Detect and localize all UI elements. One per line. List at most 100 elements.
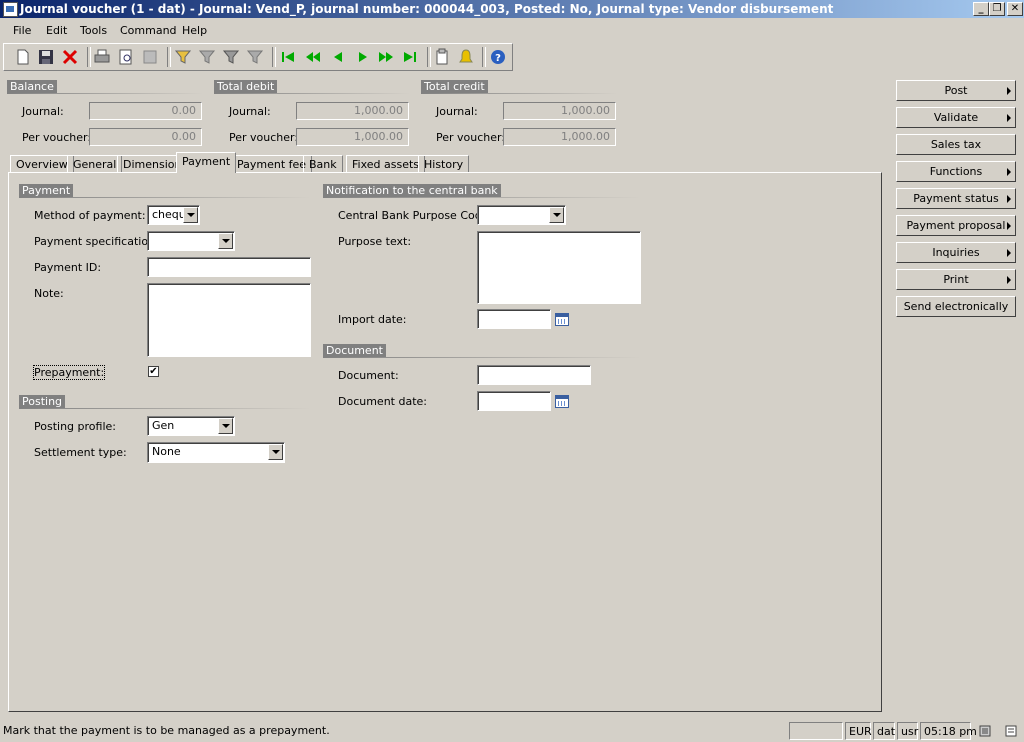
chevron-down-icon[interactable] bbox=[183, 207, 198, 223]
status-time: 05:18 pm bbox=[920, 722, 977, 740]
tab-bank[interactable]: Bank bbox=[303, 155, 343, 172]
credit-voucher-field: 1,000.00 bbox=[503, 128, 616, 146]
submenu-arrow-icon bbox=[1007, 222, 1011, 230]
chevron-down-icon[interactable] bbox=[549, 207, 564, 223]
balance-voucher-label: Per voucher: bbox=[22, 131, 92, 144]
balance-journal-label: Journal: bbox=[22, 105, 64, 118]
filter-by-selection-icon[interactable] bbox=[174, 48, 192, 66]
remove-filter-icon[interactable] bbox=[246, 48, 264, 66]
balance-header: Balance bbox=[7, 80, 57, 93]
credit-journal-field: 1,000.00 bbox=[503, 102, 616, 120]
document-label: Document: bbox=[338, 369, 399, 382]
minimize-button[interactable]: _ bbox=[973, 2, 989, 16]
close-button[interactable]: ✕ bbox=[1007, 2, 1023, 16]
document-field[interactable] bbox=[477, 365, 591, 385]
send-electronically-button[interactable]: Send electronically bbox=[896, 296, 1016, 317]
save-icon[interactable] bbox=[37, 48, 55, 66]
tab-fixed-assets[interactable]: Fixed assets bbox=[346, 155, 426, 172]
payment-proposal-button[interactable]: Payment proposal bbox=[896, 215, 1016, 236]
submenu-arrow-icon bbox=[1007, 114, 1011, 122]
prepayment-checkbox[interactable]: ✔ bbox=[148, 366, 159, 377]
payment-status-button-label: Payment status bbox=[913, 192, 999, 205]
functions-button-label: Functions bbox=[929, 165, 983, 178]
document-handling-icon[interactable] bbox=[433, 48, 451, 66]
menu-file[interactable]: File bbox=[13, 24, 31, 37]
sales-tax-button-label: Sales tax bbox=[930, 138, 982, 151]
tab-payment-fee[interactable]: Payment fee bbox=[231, 155, 313, 172]
validate-button-label: Validate bbox=[933, 111, 979, 124]
previous-page-icon[interactable] bbox=[304, 48, 322, 66]
validate-button[interactable]: Validate bbox=[896, 107, 1016, 128]
submenu-arrow-icon bbox=[1007, 87, 1011, 95]
title-bar: Journal voucher (1 - dat) - Journal: Ven… bbox=[0, 0, 1024, 18]
send-electronically-button-label: Send electronically bbox=[903, 300, 1009, 313]
menu-help[interactable]: Help bbox=[182, 24, 207, 37]
tab-overview[interactable]: Overview bbox=[10, 155, 74, 172]
purpose-text-textarea[interactable] bbox=[477, 231, 641, 304]
first-record-icon[interactable] bbox=[279, 48, 297, 66]
status-message: Mark that the payment is to be managed a… bbox=[3, 724, 330, 737]
settlement-type-select[interactable]: None bbox=[147, 442, 285, 463]
next-page-icon[interactable] bbox=[377, 48, 395, 66]
previous-record-icon[interactable] bbox=[329, 48, 347, 66]
payment-proposal-button-label: Payment proposal bbox=[906, 219, 1006, 232]
credit-journal-label: Journal: bbox=[436, 105, 478, 118]
payment-id-field[interactable] bbox=[147, 257, 311, 277]
posting-profile-select[interactable]: Gen bbox=[147, 416, 235, 436]
menu-tools[interactable]: Tools bbox=[80, 24, 107, 37]
tab-general[interactable]: General bbox=[67, 155, 123, 172]
method-of-payment-label: Method of payment: bbox=[34, 209, 146, 222]
print-setup-icon[interactable] bbox=[141, 48, 159, 66]
calendar-icon[interactable] bbox=[555, 313, 569, 326]
document-date-field[interactable] bbox=[477, 391, 551, 411]
database-icon[interactable] bbox=[978, 724, 992, 738]
functions-button[interactable]: Functions bbox=[896, 161, 1016, 182]
delete-icon[interactable] bbox=[61, 48, 79, 66]
filter-by-grid-icon[interactable] bbox=[198, 48, 216, 66]
tab-history[interactable]: History bbox=[418, 155, 470, 172]
print-preview-icon[interactable] bbox=[117, 48, 135, 66]
calendar-icon[interactable] bbox=[555, 395, 569, 408]
note-label: Note: bbox=[34, 287, 64, 300]
advanced-filter-icon[interactable] bbox=[222, 48, 240, 66]
payment-specification-select[interactable] bbox=[147, 231, 235, 251]
central-bank-purpose-code-select[interactable] bbox=[477, 205, 566, 225]
status-currency: EUR bbox=[845, 722, 872, 740]
alert-icon[interactable] bbox=[457, 48, 475, 66]
chevron-down-icon[interactable] bbox=[268, 444, 283, 460]
log-icon[interactable] bbox=[1004, 724, 1018, 738]
help-icon[interactable]: ? bbox=[489, 48, 507, 66]
last-record-icon[interactable] bbox=[401, 48, 419, 66]
tab-payment[interactable]: Payment bbox=[176, 152, 237, 173]
menu-command[interactable]: Command bbox=[120, 24, 177, 37]
method-of-payment-select[interactable]: chequ bbox=[147, 205, 200, 225]
post-button[interactable]: Post bbox=[896, 80, 1016, 101]
svg-text:?: ? bbox=[495, 53, 501, 64]
menu-edit[interactable]: Edit bbox=[46, 24, 67, 37]
import-date-label: Import date: bbox=[338, 313, 407, 326]
inquiries-button[interactable]: Inquiries bbox=[896, 242, 1016, 263]
purpose-text-label: Purpose text: bbox=[338, 235, 412, 248]
settlement-type-label: Settlement type: bbox=[34, 446, 127, 459]
chevron-down-icon[interactable] bbox=[218, 233, 233, 249]
sales-tax-button[interactable]: Sales tax bbox=[896, 134, 1016, 155]
chevron-down-icon[interactable] bbox=[218, 418, 233, 434]
posting-profile-label: Posting profile: bbox=[34, 420, 116, 433]
payment-status-button[interactable]: Payment status bbox=[896, 188, 1016, 209]
debit-voucher-label: Per voucher: bbox=[229, 131, 299, 144]
post-button-label: Post bbox=[944, 84, 968, 97]
balance-journal-field: 0.00 bbox=[89, 102, 202, 120]
status-empty-pane bbox=[789, 722, 843, 740]
print-icon[interactable] bbox=[93, 48, 111, 66]
debit-voucher-field: 1,000.00 bbox=[296, 128, 409, 146]
note-textarea[interactable] bbox=[147, 283, 311, 357]
next-record-icon[interactable] bbox=[354, 48, 372, 66]
import-date-field[interactable] bbox=[477, 309, 551, 329]
print-button[interactable]: Print bbox=[896, 269, 1016, 290]
restore-button[interactable]: ❐ bbox=[989, 2, 1005, 16]
payment-header: Payment bbox=[19, 184, 74, 197]
notification-header: Notification to the central bank bbox=[323, 184, 501, 197]
prepayment-label: Prepayment: bbox=[32, 365, 106, 380]
new-icon[interactable] bbox=[14, 48, 32, 66]
balance-voucher-field: 0.00 bbox=[89, 128, 202, 146]
